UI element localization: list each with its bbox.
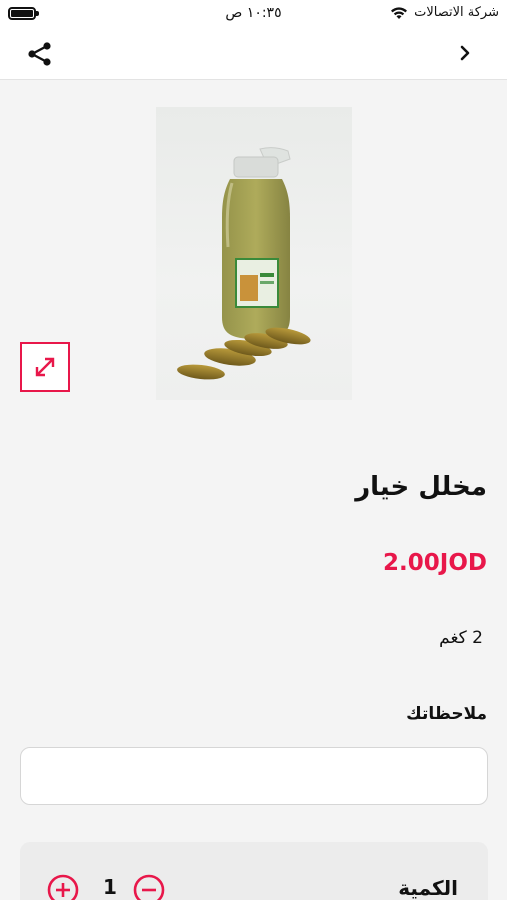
product-price: 2.00JOD <box>383 550 487 576</box>
pickle-jar-image <box>177 147 311 380</box>
product-title: مخلل خيار <box>355 472 487 502</box>
carrier-name: شركة الاتصالات <box>414 5 499 20</box>
expand-image-button[interactable] <box>20 342 70 392</box>
plus-circle-icon[interactable] <box>46 873 80 900</box>
product-image[interactable] <box>156 107 352 400</box>
share-icon[interactable] <box>26 40 54 68</box>
wifi-icon <box>391 6 408 19</box>
quantity-label: الكمية <box>398 876 458 900</box>
minus-circle-icon[interactable] <box>132 873 166 900</box>
quantity-value: 1 <box>103 875 117 899</box>
notes-label: ملاحظاتك <box>406 704 487 724</box>
carrier-group: شركة الاتصالات <box>390 5 499 20</box>
quantity-panel: الكمية 1 <box>20 842 488 900</box>
notes-input[interactable] <box>20 747 488 805</box>
chevron-right-icon[interactable] <box>457 42 473 64</box>
expand-icon <box>35 357 55 377</box>
top-nav-bar <box>0 28 507 80</box>
status-bar: ١٠:٣٥ ص شركة الاتصالات <box>0 0 507 28</box>
product-weight: 2 كغم <box>439 628 483 648</box>
